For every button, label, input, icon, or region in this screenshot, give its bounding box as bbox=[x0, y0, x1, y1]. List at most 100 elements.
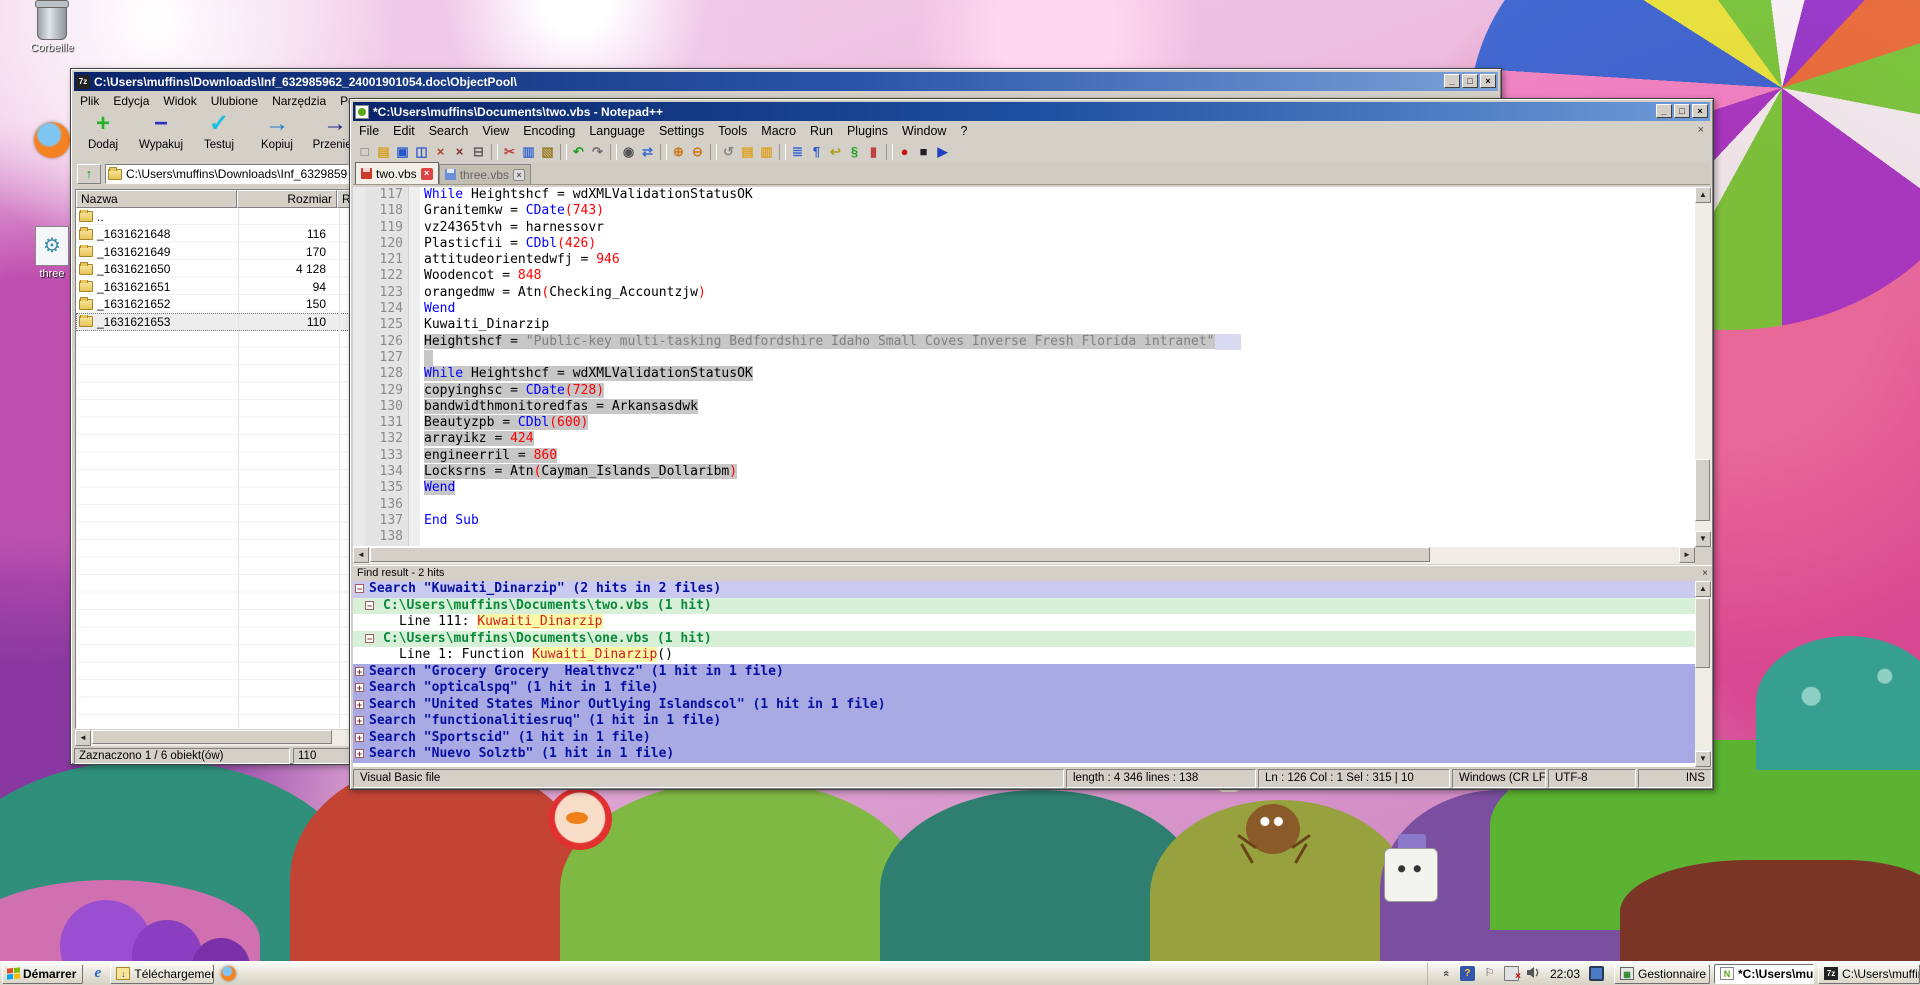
find-result-file-row[interactable]: − C:\Users\muffins\Documents\two.vbs (1 h… bbox=[353, 597, 1695, 614]
7z-menu-plik[interactable]: Plik bbox=[74, 93, 105, 109]
tray-flag-icon[interactable]: ⚐ bbox=[1482, 966, 1497, 981]
firefox-quicklaunch-icon[interactable] bbox=[220, 965, 237, 982]
redo-icon[interactable]: ↷ bbox=[588, 143, 607, 161]
npp-menu-tools[interactable]: Tools bbox=[712, 123, 753, 139]
cut-icon[interactable]: ✂ bbox=[500, 143, 519, 161]
open-file-icon[interactable]: ▤ bbox=[374, 143, 393, 161]
maximize-button[interactable]: □ bbox=[1462, 74, 1478, 88]
collapse-icon[interactable]: − bbox=[365, 633, 374, 643]
scroll-down-icon[interactable]: ▼ bbox=[1695, 751, 1711, 767]
code-line[interactable]: 134 Locksrns = Atn(Cayman_Islands_Dollari… bbox=[353, 464, 1695, 481]
minimize-button[interactable]: _ bbox=[1656, 104, 1672, 118]
folder-up-button[interactable]: ↑ bbox=[77, 164, 101, 184]
taskbar-clock[interactable]: 22:03 bbox=[1550, 967, 1580, 981]
code-line[interactable]: 119 vz24365tvh = harnessovr bbox=[353, 219, 1695, 236]
scrollbar-thumb[interactable] bbox=[370, 547, 1430, 562]
show-all-chars-icon[interactable]: ¶ bbox=[807, 143, 826, 161]
taskbar-button-sevenzip-task[interactable]: 7z C:\Users\muffins\Downlo... bbox=[1818, 963, 1920, 984]
scroll-up-icon[interactable]: ▲ bbox=[1695, 187, 1711, 203]
scrollbar-thumb[interactable] bbox=[1695, 459, 1710, 521]
desktop-icon-recycle-bin[interactable]: Corbeille bbox=[20, 0, 84, 54]
scroll-right-icon[interactable]: ► bbox=[1679, 547, 1695, 563]
tray-cube-icon[interactable]: ? bbox=[1459, 966, 1475, 981]
taskbar-button-notepadpp-task[interactable]: N *C:\Users\muffins\D... bbox=[1714, 963, 1814, 984]
expand-icon[interactable]: + bbox=[355, 683, 364, 693]
start-button[interactable]: Démarrer bbox=[2, 963, 84, 984]
taskbar-button-telechargements[interactable]: ↓Téléchargements bbox=[110, 963, 215, 984]
tray-network-error-icon[interactable]: × bbox=[1503, 966, 1521, 982]
npp-menu-edit[interactable]: Edit bbox=[387, 123, 421, 139]
expand-icon[interactable]: + bbox=[355, 749, 364, 759]
tab-two.vbs[interactable]: two.vbs × bbox=[355, 162, 439, 184]
collapse-icon[interactable]: − bbox=[365, 600, 374, 610]
npp-menu-settings[interactable]: Settings bbox=[653, 123, 710, 139]
maximize-button[interactable]: □ bbox=[1674, 104, 1690, 118]
find-result-file-row[interactable]: − C:\Users\muffins\Documents\one.vbs (1 h… bbox=[353, 630, 1695, 647]
word-wrap-icon[interactable]: ↩ bbox=[826, 143, 845, 161]
code-line[interactable]: 129 copyinghsc = CDate(728) bbox=[353, 382, 1695, 399]
find-result-search-open-row[interactable]: − Search "Kuwaiti_Dinarzip" (2 hits in 2 … bbox=[353, 581, 1695, 598]
code-editor[interactable]: 117 While Heightshcf = wdXMLValidationSta… bbox=[353, 187, 1695, 547]
scroll-left-icon[interactable]: ◄ bbox=[75, 730, 91, 746]
file-row[interactable]: .. bbox=[76, 208, 350, 226]
find-close-icon[interactable]: × bbox=[1702, 566, 1708, 581]
editor-hscrollbar[interactable]: ◄ ► bbox=[353, 547, 1695, 564]
lock-tab-icon[interactable]: ▤ bbox=[738, 143, 757, 161]
taskbar-button-task-manager[interactable]: ▦ Gestionnaire des tâches ... bbox=[1614, 963, 1710, 984]
find-result-panel[interactable]: − Search "Kuwaiti_Dinarzip" (2 hits in 2 … bbox=[353, 581, 1695, 767]
7z-menu-widok[interactable]: Widok bbox=[157, 93, 202, 109]
close-icon[interactable]: × bbox=[431, 143, 450, 161]
menubar-close-icon[interactable]: × bbox=[1698, 124, 1704, 136]
7z-toolbar-add-button[interactable]: + Dodaj bbox=[74, 109, 132, 159]
code-line[interactable]: 125 Kuwaiti_Dinarzip bbox=[353, 317, 1695, 334]
code-line[interactable]: 127 bbox=[353, 349, 1695, 367]
npp-menu-search[interactable]: Search bbox=[423, 123, 475, 139]
find-result-search-closed-row[interactable]: + Search "Nuevo Solztb" (1 hit in 1 file) bbox=[353, 746, 1695, 763]
7z-menu-narzędzia[interactable]: Narzędzia bbox=[266, 93, 332, 109]
npp-menu-view[interactable]: View bbox=[476, 123, 515, 139]
internet-explorer-icon[interactable]: e bbox=[89, 965, 106, 982]
file-list[interactable]: Nazwa Rozmiar R .. _1631621648 116 _1631621… bbox=[75, 189, 351, 729]
code-line[interactable]: 126 Heightshcf = "Public-key multi-taskin… bbox=[353, 333, 1695, 350]
find-result-search-closed-row[interactable]: + Search "Sportscid" (1 hit in 1 file) bbox=[353, 729, 1695, 746]
doc-map-icon[interactable]: ▮ bbox=[864, 143, 883, 161]
npp-menu-run[interactable]: Run bbox=[804, 123, 839, 139]
file-row[interactable]: _1631621649 170 bbox=[76, 243, 350, 261]
scroll-down-icon[interactable]: ▼ bbox=[1695, 531, 1711, 547]
code-line[interactable]: 122 Woodencot = 848 bbox=[353, 268, 1695, 285]
find-result-search-closed-row[interactable]: + Search "opticalspq" (1 hit in 1 file) bbox=[353, 680, 1695, 697]
show-symbol-icon[interactable]: § bbox=[845, 143, 864, 161]
code-line[interactable]: 124 Wend bbox=[353, 301, 1695, 318]
copy-icon[interactable]: ▥ bbox=[519, 143, 538, 161]
npp-menu-window[interactable]: Window bbox=[896, 123, 952, 139]
npp-menu-file[interactable]: File bbox=[353, 123, 385, 139]
column-header-name[interactable]: Nazwa bbox=[76, 190, 237, 208]
7z-toolbar-test-button[interactable]: ✓ Testuj bbox=[190, 109, 248, 159]
find-vscrollbar[interactable]: ▲ ▼ bbox=[1695, 581, 1712, 767]
tab-close-icon[interactable]: × bbox=[513, 168, 526, 181]
file-row[interactable]: _1631621648 116 bbox=[76, 226, 350, 244]
code-line[interactable]: 118 Granitemkw = CDate(743) bbox=[353, 203, 1695, 220]
code-line[interactable]: 138 bbox=[353, 529, 1695, 546]
7z-menu-ulubione[interactable]: Ulubione bbox=[205, 93, 264, 109]
npp-menu-encoding[interactable]: Encoding bbox=[517, 123, 581, 139]
file-list-hscrollbar[interactable]: ◄ bbox=[75, 730, 351, 746]
address-bar[interactable]: C:\Users\muffins\Downloads\Inf_632985962… bbox=[105, 164, 349, 184]
code-line[interactable]: 137 End Sub bbox=[353, 512, 1695, 530]
7z-toolbar-extract-button[interactable]: − Wypakuj bbox=[132, 109, 190, 159]
file-row[interactable]: _1631621650 4 128 bbox=[76, 261, 350, 279]
tray-display-icon[interactable] bbox=[1589, 966, 1604, 981]
code-line[interactable]: 117 While Heightshcf = wdXMLValidationSta… bbox=[353, 187, 1695, 204]
code-line[interactable]: 131 Beautyzpb = CDbl(600) bbox=[353, 415, 1695, 432]
file-row[interactable]: _1631621651 94 bbox=[76, 278, 350, 296]
stop-macro-icon[interactable]: ■ bbox=[914, 143, 933, 161]
tab-close-icon[interactable]: × bbox=[420, 167, 433, 180]
sync-scroll-icon[interactable]: ↺ bbox=[719, 143, 738, 161]
7z-menu-edycja[interactable]: Edycja bbox=[107, 93, 155, 109]
indent-guide-icon[interactable]: ≣ bbox=[788, 143, 807, 161]
collapse-icon[interactable]: − bbox=[355, 584, 364, 594]
close-all-icon[interactable]: × bbox=[450, 143, 469, 161]
expand-icon[interactable]: + bbox=[355, 732, 364, 742]
record-macro-icon[interactable]: ● bbox=[895, 143, 914, 161]
paste-icon[interactable]: ▧ bbox=[538, 143, 557, 161]
